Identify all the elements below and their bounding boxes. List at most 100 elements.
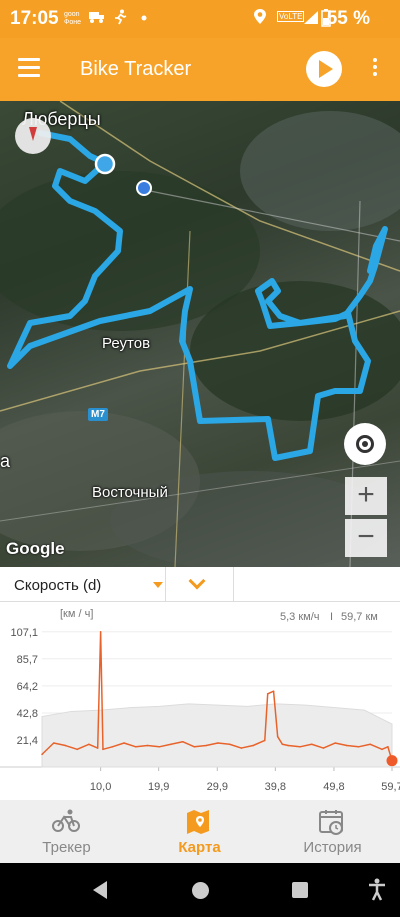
y-tick-label: 21,4	[17, 735, 38, 747]
speed-point	[181, 740, 184, 743]
speed-point	[252, 744, 254, 747]
speed-point	[381, 748, 383, 751]
signal-strength-icon	[304, 11, 318, 24]
system-navigation-bar	[0, 863, 400, 917]
notification-app-icon: goon Фонe	[64, 11, 81, 26]
play-button[interactable]	[306, 51, 342, 87]
speed-point	[272, 690, 275, 693]
x-tick-label: 10,0	[90, 781, 111, 793]
speed-point	[158, 745, 161, 748]
x-tick-label: 19,9	[148, 781, 169, 793]
battery-percent: 55 %	[326, 8, 370, 29]
speed-point	[217, 742, 219, 744]
notification-dot-icon	[141, 15, 147, 21]
back-icon[interactable]	[93, 881, 107, 899]
chevron-down-icon	[188, 572, 206, 590]
running-person-icon	[115, 9, 127, 25]
nav-history[interactable]: История	[266, 800, 399, 863]
speed-point	[266, 692, 269, 695]
stat-distance: 59,7 км	[341, 611, 378, 623]
y-tick-label: 64,2	[17, 681, 38, 693]
speed-point	[346, 744, 348, 747]
x-tick-label: 49,8	[323, 781, 344, 793]
bike-icon	[52, 809, 80, 832]
speed-point	[52, 742, 55, 744]
current-speed-marker	[386, 755, 398, 767]
speed-point	[64, 744, 67, 747]
speed-point	[88, 743, 90, 746]
speed-point	[170, 743, 172, 746]
x-tick-label: 29,9	[207, 781, 228, 793]
nav-history-label: История	[303, 839, 362, 856]
speed-point	[99, 631, 102, 633]
my-location-button[interactable]	[344, 423, 386, 465]
accessibility-icon[interactable]	[368, 878, 386, 902]
map-pin-icon	[187, 810, 209, 834]
speed-point	[96, 747, 99, 749]
location-pin-icon	[254, 9, 266, 24]
map-label-edge: a	[0, 451, 11, 471]
delivery-truck-icon	[89, 12, 104, 23]
speed-point	[299, 745, 301, 748]
metric-dropdown-label: Скорость (d)	[14, 577, 102, 594]
bottom-nav: Трекер Карта История	[0, 800, 400, 863]
speed-point	[146, 744, 149, 747]
speed-point	[369, 743, 372, 746]
speed-point	[281, 743, 284, 746]
speed-point	[123, 742, 125, 744]
speed-point	[276, 735, 279, 738]
speed-point	[322, 747, 325, 749]
speed-point	[41, 753, 43, 756]
map-label-vostochny: Восточный	[92, 484, 168, 501]
nav-map[interactable]: Карта	[133, 800, 266, 863]
map-road-m7: M7	[88, 408, 108, 421]
speed-point	[263, 739, 266, 742]
x-tick-label: 39,8	[265, 781, 286, 793]
status-time: 17:05	[10, 8, 59, 29]
speed-point	[111, 745, 114, 748]
expand-chart-button[interactable]	[166, 567, 234, 602]
speed-chart-svg: 107,1 85,7 64,2 42,8 21,4 10,0 19,9 29,9 39,8 49,…	[0, 608, 400, 793]
zoom-in-button[interactable]: +	[345, 477, 387, 515]
map-label-reutov: Реутов	[102, 335, 151, 352]
speed-chart: 107,1 85,7 64,2 42,8 21,4 10,0 19,9 29,9 39,8 49,…	[0, 602, 400, 800]
speed-point	[102, 748, 104, 751]
history-calendar-icon	[319, 810, 343, 835]
more-options-icon[interactable]	[370, 58, 380, 80]
home-icon[interactable]	[192, 882, 209, 899]
compass-button[interactable]	[15, 118, 51, 154]
elevation-area	[41, 703, 393, 768]
y-tick-label: 107,1	[10, 627, 38, 639]
speed-point	[334, 742, 336, 744]
speed-point	[287, 744, 290, 747]
speed-point	[76, 748, 78, 751]
app-title: Bike Tracker	[80, 58, 192, 80]
status-bar: 17:05 goon Фонe VoLTE 55 %	[0, 0, 400, 38]
y-tick-label: 42,8	[17, 708, 38, 720]
track-start-marker	[94, 153, 116, 175]
map-view[interactable]: Люберцы Реутов Восточный M7 a + − Google	[0, 101, 400, 567]
recents-icon[interactable]	[292, 882, 308, 898]
chart-controls: Скорость (d)	[0, 567, 400, 602]
chart-unit-label: [км / ч]	[60, 608, 93, 620]
map-layer	[0, 101, 400, 567]
x-tick-label: 59,7	[381, 781, 400, 793]
speed-point	[387, 745, 389, 748]
volte-icon: VoLTE	[277, 11, 305, 22]
speed-point	[228, 743, 231, 746]
speed-point	[135, 745, 137, 748]
speed-point	[310, 743, 313, 746]
nav-map-label: Карта	[178, 839, 221, 856]
dropdown-caret-icon	[153, 582, 163, 588]
current-position-marker	[136, 180, 152, 196]
nav-tracker-label: Трекер	[42, 839, 91, 856]
zoom-out-button[interactable]: −	[345, 519, 387, 557]
speed-point	[240, 747, 243, 749]
stat-separator: I	[330, 611, 333, 623]
nav-tracker[interactable]: Трекер	[0, 800, 133, 863]
metric-dropdown[interactable]: Скорость (d)	[0, 567, 166, 602]
menu-icon[interactable]	[18, 58, 42, 78]
y-tick-label: 85,7	[17, 654, 38, 666]
speed-point	[205, 744, 207, 747]
google-logo: Google	[6, 539, 65, 558]
